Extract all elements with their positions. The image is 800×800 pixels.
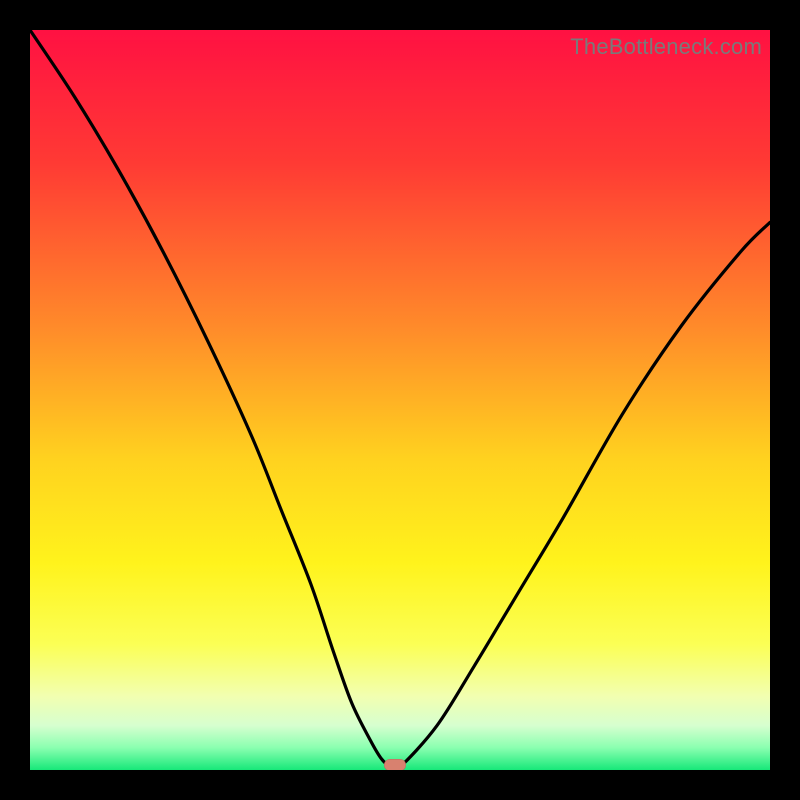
- chart-frame: TheBottleneck.com: [0, 0, 800, 800]
- optimum-marker: [384, 759, 406, 770]
- plot-area: TheBottleneck.com: [30, 30, 770, 770]
- watermark-text: TheBottleneck.com: [570, 34, 762, 60]
- background-gradient: [30, 30, 770, 770]
